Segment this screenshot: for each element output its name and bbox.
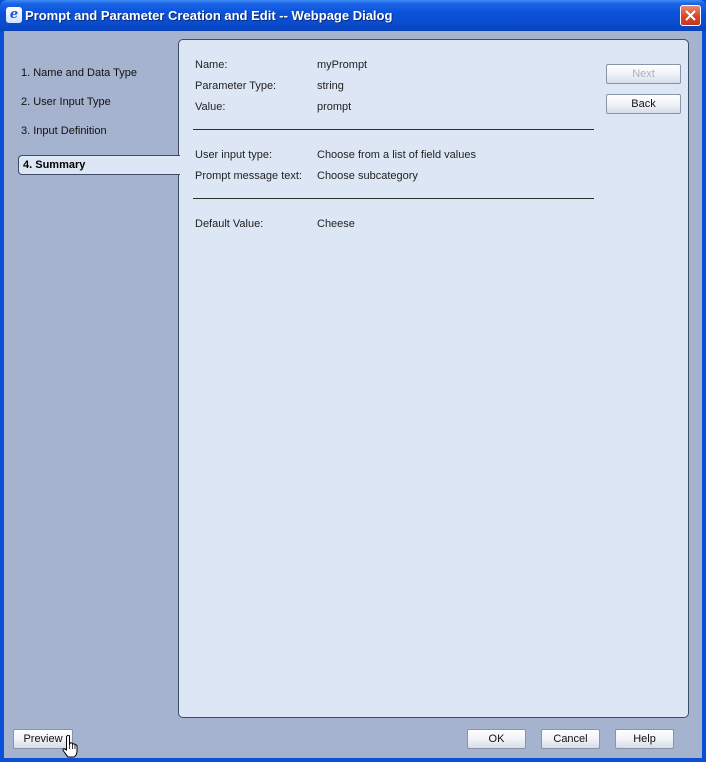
close-icon [685,10,696,21]
hand-cursor-icon [62,735,78,758]
next-button[interactable]: Next [606,64,681,84]
parameter-type-label: Parameter Type: [195,80,277,92]
prompt-message-label: Prompt message text: [195,170,302,182]
divider [193,129,594,130]
default-value-value: Cheese [317,218,355,230]
help-button[interactable]: Help [615,729,674,749]
nav-step-summary-active[interactable]: 4. Summary [18,155,180,175]
nav-step-summary-label: 4. Summary [23,159,86,171]
name-value: myPrompt [317,59,368,71]
parameter-type-value: string [317,80,344,92]
cancel-button[interactable]: Cancel [541,729,600,749]
dialog-client: 1. Name and Data Type 2. User Input Type… [4,31,702,758]
nav-step-input-definition[interactable]: 3. Input Definition [21,125,107,137]
default-value-label: Default Value: [195,218,264,230]
ok-button[interactable]: OK [467,729,526,749]
ie-icon: e [6,7,22,23]
name-label: Name: [195,59,228,71]
nav-step-name-data-type[interactable]: 1. Name and Data Type [21,67,137,79]
window-frame-bottom [0,758,706,762]
dialog-window: e Prompt and Parameter Creation and Edit… [0,0,706,762]
close-button[interactable] [680,5,701,26]
user-input-type-value: Choose from a list of field values [317,149,476,161]
nav-step-user-input-type[interactable]: 2. User Input Type [21,96,111,108]
back-button[interactable]: Back [606,94,681,114]
summary-panel: Name: myPrompt Parameter Type: string Va… [178,39,689,718]
user-input-type-label: User input type: [195,149,273,161]
title-bar[interactable]: e Prompt and Parameter Creation and Edit… [0,0,706,31]
divider [193,198,594,199]
window-title: Prompt and Parameter Creation and Edit -… [25,8,393,23]
prompt-message-value: Choose subcategory [317,170,418,182]
value-label: Value: [195,101,226,113]
value-value: prompt [317,101,352,113]
